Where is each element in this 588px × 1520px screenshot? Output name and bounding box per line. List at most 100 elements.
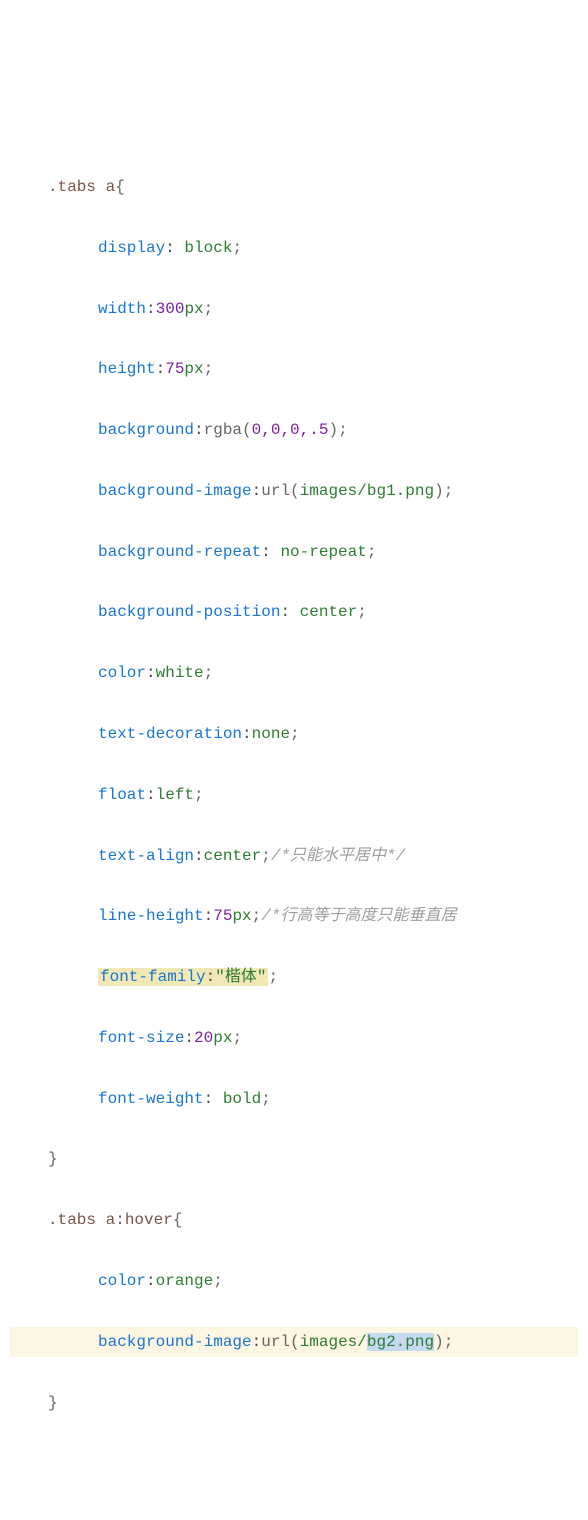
css-property: display: [98, 239, 165, 257]
code-line: background:rgba(0,0,0,.5);: [10, 415, 578, 445]
semicolon: ;: [357, 603, 367, 621]
css-value: no-repeat: [280, 543, 366, 561]
css-number: 75: [213, 907, 232, 925]
semicolon: ;: [194, 786, 204, 804]
code-line: line-height:75px;/*行高等于高度只能垂直居: [10, 901, 578, 931]
colon: :: [261, 543, 280, 561]
semicolon: ;: [204, 664, 214, 682]
brace-open: {: [173, 1211, 183, 1229]
semicolon: ;: [204, 360, 214, 378]
code-line: height:75px;: [10, 354, 578, 384]
colon: :: [194, 847, 204, 865]
code-line: background-image:url(images/bg2.png);: [10, 1327, 578, 1357]
code-line: width:300px;: [10, 294, 578, 324]
css-selector: .tabs a: [48, 178, 115, 196]
colon: :: [206, 968, 216, 986]
css-number: 20: [194, 1029, 213, 1047]
css-comment: /*只能水平居中*/: [271, 847, 405, 865]
code-line: color:white;: [10, 658, 578, 688]
css-value: center: [204, 847, 262, 865]
css-value: orange: [156, 1272, 214, 1290]
code-line: text-align:center;/*只能水平居中*/: [10, 841, 578, 871]
colon: :: [146, 1272, 156, 1290]
css-property: background-image: [98, 1333, 252, 1351]
colon: :: [194, 421, 204, 439]
code-line: }: [10, 1144, 578, 1174]
code-line: background-position: center;: [10, 597, 578, 627]
css-value: white: [156, 664, 204, 682]
selected-text: bg2.png: [367, 1333, 434, 1351]
code-line: color:orange;: [10, 1266, 578, 1296]
colon: :: [204, 1090, 223, 1108]
code-line: font-weight: bold;: [10, 1084, 578, 1114]
code-line: display: block;: [10, 233, 578, 263]
css-unit: px: [184, 300, 203, 318]
css-property: float: [98, 786, 146, 804]
semicolon: ;: [232, 1029, 242, 1047]
css-unit: px: [184, 360, 203, 378]
semicolon: ;: [204, 300, 214, 318]
paren: (: [290, 1333, 300, 1351]
brace-close: }: [48, 1394, 58, 1412]
css-comment: /*行高等于高度只能垂直居: [261, 907, 456, 925]
paren: (: [242, 421, 252, 439]
semicolon: ;: [252, 907, 262, 925]
code-line: float:left;: [10, 780, 578, 810]
colon: :: [146, 664, 156, 682]
css-unit: px: [213, 1029, 232, 1047]
css-value: "楷体": [215, 968, 266, 986]
code-line: .tabs a:hover{: [10, 1205, 578, 1235]
code-block: .tabs a{ display: block; width:300px; he…: [10, 142, 578, 1449]
css-function: url: [261, 482, 290, 500]
code-line: font-size:20px;: [10, 1023, 578, 1053]
semicolon: ;: [367, 543, 377, 561]
css-property: color: [98, 1272, 146, 1290]
colon: :: [156, 360, 166, 378]
css-value: none: [252, 725, 290, 743]
css-value: left: [156, 786, 194, 804]
code-line: background-repeat: no-repeat;: [10, 537, 578, 567]
colon: :: [252, 1333, 262, 1351]
highlight: font-family:"楷体": [98, 968, 268, 986]
colon: :: [146, 300, 156, 318]
code-line: .tabs a{: [10, 172, 578, 202]
semicolon: ;: [444, 482, 454, 500]
css-property: width: [98, 300, 146, 318]
css-args: images/bg1.png: [300, 482, 434, 500]
css-function: rgba: [204, 421, 242, 439]
css-property: font-size: [98, 1029, 184, 1047]
css-property: color: [98, 664, 146, 682]
css-selector: .tabs a:hover: [48, 1211, 173, 1229]
colon: :: [242, 725, 252, 743]
css-property: height: [98, 360, 156, 378]
css-number: 300: [156, 300, 185, 318]
css-property: text-decoration: [98, 725, 242, 743]
semicolon: ;: [232, 239, 242, 257]
semicolon: ;: [213, 1272, 223, 1290]
css-value: block: [184, 239, 232, 257]
brace-open: {: [115, 178, 125, 196]
colon: :: [252, 482, 262, 500]
code-line: text-decoration:none;: [10, 719, 578, 749]
code-line: background-image:url(images/bg1.png);: [10, 476, 578, 506]
paren: ): [328, 421, 338, 439]
css-property: font-weight: [98, 1090, 204, 1108]
colon: :: [165, 239, 184, 257]
paren: ): [434, 1333, 444, 1351]
css-property: line-height: [98, 907, 204, 925]
css-property: font-family: [100, 968, 206, 986]
semicolon: ;: [261, 1090, 271, 1108]
css-function: url: [261, 1333, 290, 1351]
brace-close: }: [48, 1150, 58, 1168]
css-args: 0,0,0,.5: [252, 421, 329, 439]
code-line: }: [10, 1388, 578, 1418]
colon: :: [280, 603, 299, 621]
colon: :: [146, 786, 156, 804]
css-property: background-position: [98, 603, 280, 621]
css-property: background-repeat: [98, 543, 261, 561]
paren: ): [434, 482, 444, 500]
css-property: text-align: [98, 847, 194, 865]
semicolon: ;: [268, 968, 278, 986]
paren: (: [290, 482, 300, 500]
css-value: center: [300, 603, 358, 621]
